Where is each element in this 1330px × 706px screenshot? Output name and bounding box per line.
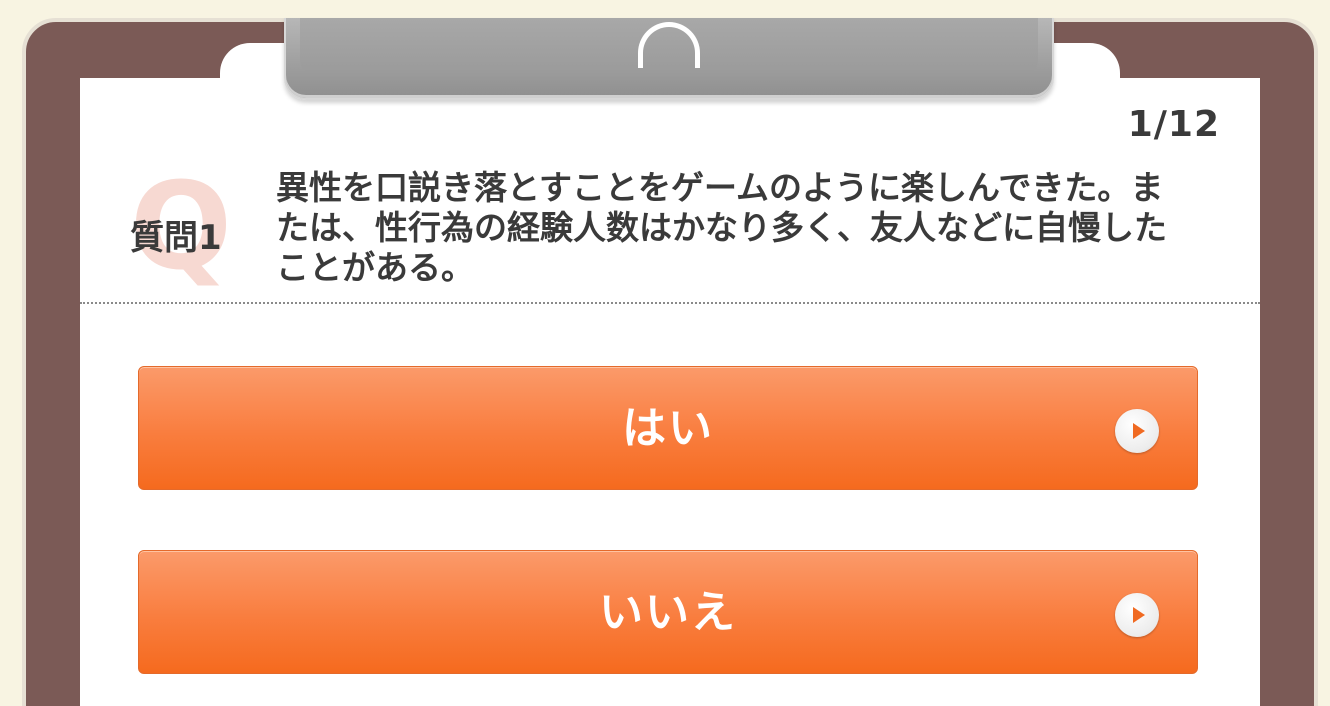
play-icon [1115, 409, 1159, 453]
question-number: 質問1 [130, 218, 222, 258]
play-icon [1115, 593, 1159, 637]
answer-no-label: いいえ [599, 587, 737, 638]
clipboard-clip [284, 18, 1054, 100]
question-text: 異性を口説き落とすことをゲームのように楽しんできた。または、性行為の経験人数はか… [276, 168, 1167, 287]
answer-yes-label: はい [622, 403, 714, 454]
quiz-screen: 1/12 Q 質問1 異性を口説き落とすことをゲームのように楽しんできた。または… [0, 0, 1330, 706]
divider [80, 302, 1260, 304]
question-counter: 1/12 [1127, 104, 1220, 145]
answer-no-button[interactable]: いいえ [138, 550, 1198, 674]
answer-yes-button[interactable]: はい [138, 366, 1198, 490]
